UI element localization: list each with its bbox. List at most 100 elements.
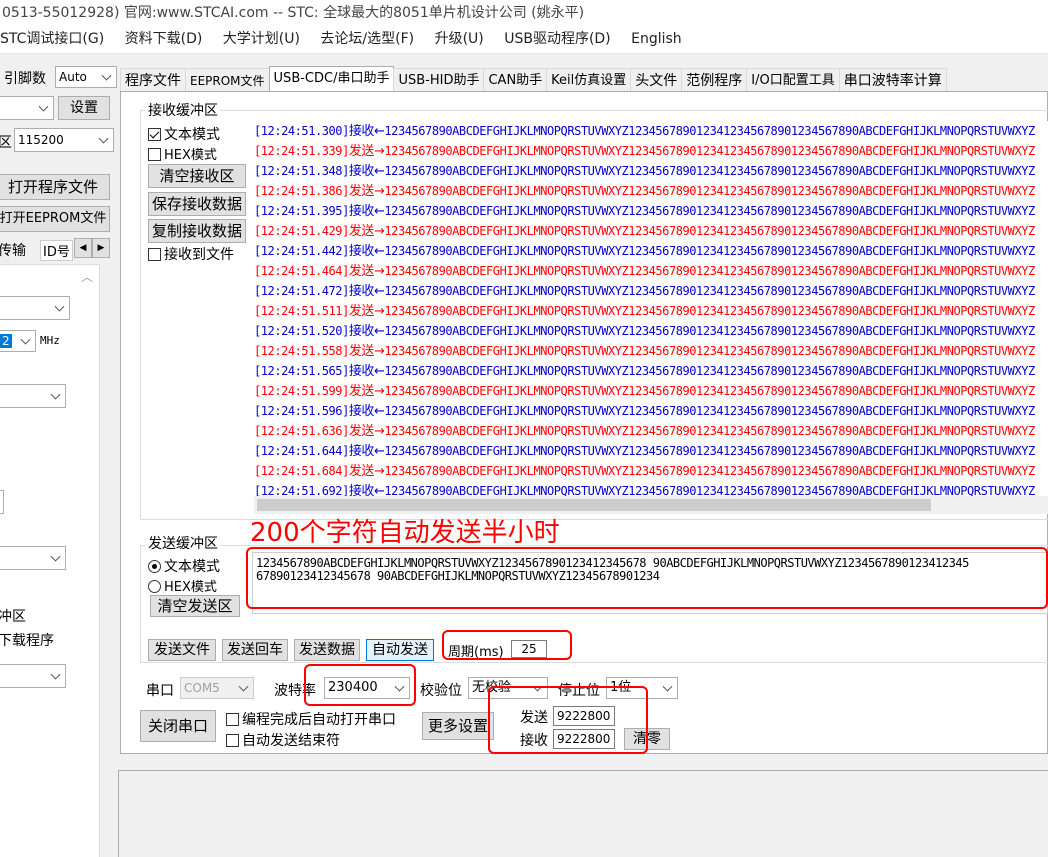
- open-program-file-button[interactable]: 打开程序文件: [0, 174, 110, 200]
- log-payload: 1234567890ABCDEFGHIJKLMNOPQRSTUVWXYZ1234…: [384, 324, 1035, 338]
- tab-eeprom-file[interactable]: EEPROM文件: [185, 68, 270, 92]
- subtab-id[interactable]: ID号: [40, 240, 73, 261]
- save-receive-button[interactable]: 保存接收数据: [148, 192, 246, 216]
- receive-buffer-title: 接收缓冲区: [146, 103, 220, 119]
- chevron-down-icon: [20, 334, 31, 345]
- tab-usb-cdc-serial[interactable]: USB-CDC/串口助手: [268, 66, 395, 92]
- receive-log-line: [12:24:51.464]发送→1234567890ABCDEFGHIJKLM…: [254, 261, 1048, 281]
- tab-scroll-left-icon[interactable]: ◀: [74, 238, 92, 258]
- port-value: COM5: [184, 681, 220, 695]
- log-payload: 1234567890ABCDEFGHIJKLMNOPQRSTUVWXYZ1234…: [384, 404, 1035, 418]
- log-payload: 1234567890ABCDEFGHIJKLMNOPQRSTUVWXYZ1234…: [384, 304, 1035, 318]
- tab-header-file[interactable]: 头文件: [630, 68, 683, 92]
- log-direction: 接收←: [348, 404, 385, 419]
- tab-usb-hid[interactable]: USB-HID助手: [393, 68, 485, 92]
- receive-to-file-option[interactable]: 接收到文件: [148, 244, 234, 264]
- buffer-zone-label: 冲区: [0, 609, 26, 625]
- log-timestamp: [12:24:51.472]: [254, 284, 349, 298]
- settings-button[interactable]: 设置: [58, 96, 110, 120]
- receive-hex-mode-label: HEX模式: [164, 148, 217, 163]
- close-port-button[interactable]: 关闭串口: [140, 710, 216, 742]
- log-direction: 接收←: [348, 164, 385, 179]
- send-data-button[interactable]: 发送数据: [294, 639, 360, 661]
- option-select-3[interactable]: [0, 546, 66, 570]
- annotation-box-counters: [488, 686, 648, 754]
- tab-program-file[interactable]: 程序文件: [120, 68, 186, 92]
- log-payload: 1234567890ABCDEFGHIJKLMNOPQRSTUVWXYZ1234…: [384, 384, 1035, 398]
- copy-receive-button[interactable]: 复制接收数据: [148, 219, 246, 243]
- log-direction: 发送→: [348, 464, 385, 479]
- log-direction: 发送→: [348, 384, 385, 399]
- log-direction: 发送→: [348, 264, 385, 279]
- menu-upgrade[interactable]: 升级(U): [435, 26, 484, 52]
- subtab-transfer[interactable]: 传输: [0, 240, 26, 260]
- tab-scroll-right-icon[interactable]: ▶: [92, 238, 110, 258]
- menu-forum[interactable]: 去论坛/选型(F): [320, 26, 414, 52]
- log-timestamp: [12:24:51.386]: [254, 184, 349, 198]
- receive-hex-mode-option[interactable]: HEX模式: [148, 144, 217, 163]
- min-baud-select[interactable]: 115200: [14, 128, 114, 152]
- log-payload: 1234567890ABCDEFGHIJKLMNOPQRSTUVWXYZ1234…: [384, 164, 1035, 178]
- window-title: 0513-55012928) 官网:www.STCAI.com -- STC: …: [0, 0, 1048, 26]
- chevron-down-icon: [662, 681, 673, 692]
- tab-keil-emulation[interactable]: Keil仿真设置: [546, 68, 632, 92]
- tab-baud-calculator[interactable]: 串口波特率计算: [838, 68, 947, 92]
- option-field[interactable]: [0, 490, 4, 514]
- more-settings-button[interactable]: 更多设置: [422, 712, 494, 740]
- menu-university[interactable]: 大学计划(U): [223, 26, 300, 52]
- tab-strip: 程序文件 EEPROM文件 USB-CDC/串口助手 USB-HID助手 CAN助手 Ke…: [120, 66, 1048, 92]
- menu-downloads[interactable]: 资料下载(D): [125, 26, 203, 52]
- send-text-mode-label: 文本模式: [164, 559, 220, 575]
- pin-count-select[interactable]: Auto: [55, 66, 117, 88]
- radio-icon: [148, 580, 161, 593]
- auto-open-port-option[interactable]: 编程完成后自动打开串口: [226, 709, 396, 729]
- option-select-4[interactable]: [0, 664, 66, 688]
- log-payload: 1234567890ABCDEFGHIJKLMNOPQRSTUVWXYZ1234…: [384, 224, 1035, 238]
- menu-english[interactable]: English: [631, 26, 682, 52]
- receive-log-line: [12:24:51.395]接收←1234567890ABCDEFGHIJKLM…: [254, 201, 1048, 221]
- tab-can[interactable]: CAN助手: [483, 68, 548, 92]
- receive-log-line: [12:24:51.596]接收←1234567890ABCDEFGHIJKLM…: [254, 401, 1048, 421]
- chevron-down-icon: [50, 551, 61, 562]
- clear-receive-button[interactable]: 清空接收区: [148, 164, 246, 188]
- menu-stc-debug[interactable]: STC调试接口(G): [0, 26, 104, 52]
- menu-usb-driver[interactable]: USB驱动程序(D): [504, 26, 610, 52]
- log-payload: 1234567890ABCDEFGHIJKLMNOPQRSTUVWXYZ1234…: [384, 204, 1035, 218]
- scrollbar-thumb[interactable]: [257, 499, 931, 511]
- min-baud-value: 115200: [18, 133, 64, 147]
- log-payload: 1234567890ABCDEFGHIJKLMNOPQRSTUVWXYZ1234…: [384, 244, 1035, 258]
- auto-send-end-option[interactable]: 自动发送结束符: [226, 730, 340, 750]
- tab-io-config[interactable]: I/O口配置工具: [746, 68, 840, 92]
- chevron-down-icon: [101, 70, 112, 81]
- mcu-type-select[interactable]: [0, 96, 54, 120]
- tab-examples[interactable]: 范例程序: [681, 68, 748, 92]
- annotation-box-baud-rate: [304, 664, 416, 706]
- scroll-up-icon[interactable]: ︿: [78, 268, 96, 288]
- log-timestamp: [12:24:51.442]: [254, 244, 349, 258]
- receive-text-mode-option[interactable]: 文本模式: [148, 124, 220, 144]
- chevron-down-icon: [50, 669, 61, 680]
- freq-select[interactable]: 2: [0, 330, 36, 352]
- send-text-mode-option[interactable]: 文本模式: [148, 556, 220, 576]
- receive-log-line: [12:24:51.565]接收←1234567890ABCDEFGHIJKLM…: [254, 361, 1048, 381]
- receive-log-line: [12:24:51.558]发送→1234567890ABCDEFGHIJKLM…: [254, 341, 1048, 361]
- pin-count-label: 引脚数: [4, 71, 46, 87]
- auto-send-end-label: 自动发送结束符: [242, 733, 340, 749]
- receive-text-area[interactable]: [12:24:51.300]接收←1234567890ABCDEFGHIJKLM…: [254, 121, 1048, 496]
- auto-send-button[interactable]: 自动发送: [366, 639, 434, 661]
- annotation-text: 200个字符自动发送半小时: [250, 518, 560, 548]
- open-eeprom-file-button[interactable]: 打开EEPROM文件: [0, 206, 110, 232]
- port-select[interactable]: COM5: [180, 677, 254, 699]
- option-select-1[interactable]: [0, 296, 70, 320]
- receive-log-line: [12:24:51.339]发送→1234567890ABCDEFGHIJKLM…: [254, 141, 1048, 161]
- log-direction: 发送→: [348, 184, 385, 199]
- send-hex-mode-option[interactable]: HEX模式: [148, 576, 217, 595]
- clear-send-button[interactable]: 清空发送区: [150, 595, 240, 617]
- option-select-2[interactable]: [0, 384, 66, 408]
- send-file-button[interactable]: 发送文件: [148, 639, 216, 661]
- log-timestamp: [12:24:51.395]: [254, 204, 349, 218]
- annotation-box-send-content: [246, 547, 1048, 609]
- log-timestamp: [12:24:51.692]: [254, 484, 349, 496]
- send-enter-button[interactable]: 发送回车: [222, 639, 288, 661]
- receive-log-line: [12:24:51.636]发送→1234567890ABCDEFGHIJKLM…: [254, 421, 1048, 441]
